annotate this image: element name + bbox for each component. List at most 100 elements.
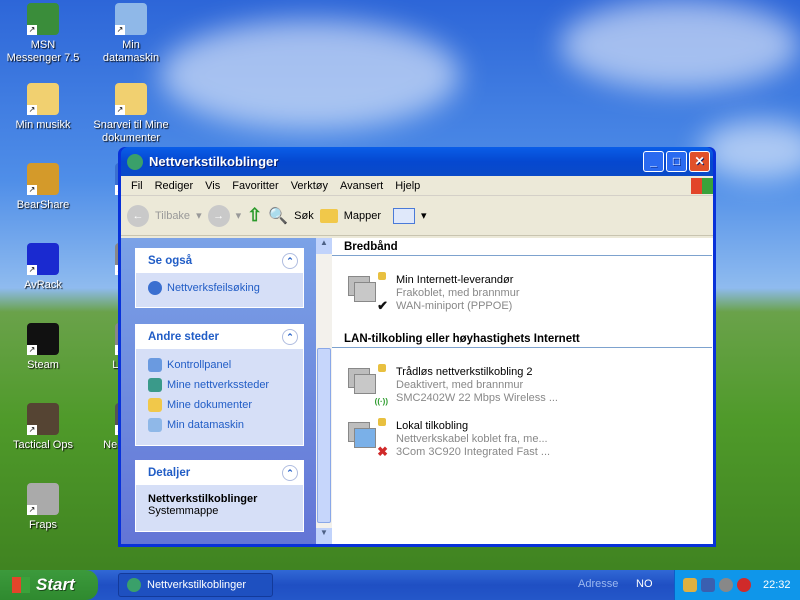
see-also-panel: Se også ⌃ Nettverksfeilsøking: [135, 248, 304, 308]
desktop-icon[interactable]: BearShare: [5, 163, 81, 212]
my-computer-icon: [148, 418, 162, 432]
forward-arrow-icon[interactable]: →: [207, 204, 230, 227]
task-pane: Se også ⌃ Nettverksfeilsøking Andre stede…: [121, 238, 316, 544]
panel-title: Andre steder: [148, 331, 219, 343]
menu-rediger[interactable]: Rediger: [149, 180, 200, 192]
group-header: LAN-tilkobling eller høyhastighets Inter…: [332, 330, 712, 348]
details-panel: Detaljer ⌃ Nettverkstilkoblinger Systemma…: [135, 460, 304, 532]
clock: 22:32: [763, 579, 791, 591]
desktop-icon[interactable]: Min musikk: [5, 83, 81, 132]
details-name: Nettverkstilkoblinger: [148, 493, 258, 505]
network-connection-icon: ✖: [346, 418, 388, 460]
menu-verktoy[interactable]: Verktøy: [285, 180, 334, 192]
other-places-panel: Andre steder ⌃ Kontrollpanel Mine nettver…: [135, 324, 304, 446]
desktop-icon[interactable]: MSN Messenger 7.5: [5, 3, 81, 65]
connection-device: 3Com 3C920 Integrated Fast ...: [396, 445, 551, 458]
collapse-chevron-icon[interactable]: ⌃: [282, 329, 298, 345]
close-button[interactable]: ✕: [689, 151, 710, 172]
folders-icon[interactable]: [319, 208, 338, 223]
desktop-icon-label: Min datamaskin: [102, 39, 160, 64]
address-toolbar[interactable]: Adresse: [578, 578, 618, 590]
connection-device: SMC2402W 22 Mbps Wireless ...: [396, 391, 558, 404]
menu-bar: Fil Rediger Vis Favoritter Verktøy Avans…: [121, 176, 713, 196]
panel-title: Se også: [148, 255, 193, 267]
desktop-icon[interactable]: AvRack: [5, 243, 81, 292]
group-header: Bredbånd: [332, 238, 712, 256]
desktop-icon-label: Fraps: [28, 519, 58, 531]
minimize-button[interactable]: _: [643, 151, 664, 172]
connection-name: Lokal tilkobling: [396, 419, 469, 432]
toolbar: ← Tilbake ▾ → ▾ ⇧ 🔍 Søk Mapper ▾: [121, 196, 713, 236]
desktop-icon[interactable]: Min datamaskin: [93, 3, 169, 65]
network-places-icon: [148, 378, 162, 392]
link-my-computer[interactable]: Min datamaskin: [136, 415, 303, 435]
menu-fil[interactable]: Fil: [125, 180, 149, 192]
shortcut-icon: [115, 83, 147, 115]
maximize-button[interactable]: □: [666, 151, 687, 172]
window-title: Nettverkstilkoblinger: [149, 154, 279, 169]
shortcut-icon: [27, 83, 59, 115]
link-network-troubleshooter[interactable]: Nettverksfeilsøking: [136, 273, 303, 298]
views-icon[interactable]: [393, 207, 415, 224]
desktop-icon[interactable]: Tactical Ops: [5, 403, 81, 452]
start-button[interactable]: Start: [0, 570, 98, 600]
keys-icon[interactable]: [683, 578, 697, 592]
link-network-places[interactable]: Mine nettverkssteder: [136, 375, 303, 395]
desktop-icon-label: BearShare: [16, 199, 70, 211]
menu-avansert[interactable]: Avansert: [334, 180, 389, 192]
desktop-icon[interactable]: Fraps: [5, 483, 81, 532]
info-icon: [148, 281, 162, 295]
collapse-chevron-icon[interactable]: ⌃: [282, 253, 298, 269]
connection-name: Min Internett-leverandør: [396, 273, 514, 286]
shortcut-icon: [27, 403, 59, 435]
network-connection-icon: ✔: [346, 272, 388, 314]
link-control-panel[interactable]: Kontrollpanel: [136, 355, 303, 375]
shortcut-icon: [27, 323, 59, 355]
details-type: Systemmappe: [148, 505, 219, 517]
connection-item[interactable]: ✔ Min Internett-leverandør Frakoblet, med…: [332, 266, 713, 320]
up-folder-icon[interactable]: ⇧: [247, 205, 262, 226]
folders-button[interactable]: Mapper: [344, 210, 381, 222]
back-button[interactable]: Tilbake: [155, 210, 190, 222]
desktop-icon-label: Steam: [27, 359, 59, 371]
security-alert-icon[interactable]: [737, 578, 751, 592]
panel-title: Detaljer: [148, 467, 191, 479]
connections-list: Bredbånd ✔ Min Internett-leverandør Frakob…: [332, 238, 713, 544]
control-panel-icon: [148, 358, 162, 372]
link-my-documents[interactable]: Mine dokumenter: [136, 395, 303, 415]
menu-hjelp[interactable]: Hjelp: [389, 180, 426, 192]
desktop-icon-label: MSN Messenger 7.5: [6, 39, 80, 64]
vertical-scrollbar[interactable]: ▲ ▼: [316, 238, 332, 544]
shortcut-icon: [115, 3, 147, 35]
connection-item[interactable]: ✖ Lokal tilkobling Nettverkskabel koblet …: [332, 412, 713, 466]
connection-status: Nettverkskabel koblet fra, me...: [396, 432, 548, 445]
collapse-chevron-icon[interactable]: ⌃: [282, 465, 298, 481]
my-documents-icon: [148, 398, 162, 412]
search-icon[interactable]: 🔍: [268, 206, 288, 226]
title-bar[interactable]: Nettverkstilkoblinger _ □ ✕: [121, 147, 713, 176]
connection-device: WAN-miniport (PPPOE): [396, 299, 513, 312]
explorer-window: Nettverkstilkoblinger _ □ ✕ Fil Rediger …: [118, 147, 716, 547]
desktop-icon-label: Snarvei til Mine dokumenter: [93, 119, 169, 144]
desktop-icon-label: AvRack: [24, 279, 62, 291]
desktop-icon-label: Min musikk: [15, 119, 71, 131]
language-indicator[interactable]: NO: [636, 578, 653, 590]
volume-icon[interactable]: [719, 578, 733, 592]
system-tray: 22:32: [674, 570, 800, 600]
taskbar-item-network[interactable]: Nettverkstilkoblinger: [118, 573, 273, 597]
taskbar: Start Nettverkstilkoblinger Adresse NO 2…: [0, 570, 800, 600]
search-button[interactable]: Søk: [294, 210, 314, 222]
desktop-icon[interactable]: Steam: [5, 323, 81, 372]
network-globe-icon: [127, 153, 143, 170]
desktop-icon[interactable]: Snarvei til Mine dokumenter: [93, 83, 169, 145]
menu-vis[interactable]: Vis: [199, 180, 226, 192]
back-arrow-icon[interactable]: ←: [127, 204, 149, 227]
shortcut-icon: [27, 163, 59, 195]
menu-favoritter[interactable]: Favoritter: [226, 180, 284, 192]
shortcut-icon: [27, 243, 59, 275]
network-disconnected-icon[interactable]: [701, 578, 715, 592]
windows-logo-icon: [691, 177, 713, 194]
desktop-icon-label: Tactical Ops: [13, 439, 73, 451]
connection-item[interactable]: ((·)) Trådløs nettverkstilkobling 2 Deakt…: [332, 358, 713, 412]
network-connection-icon: ((·)): [346, 364, 388, 406]
